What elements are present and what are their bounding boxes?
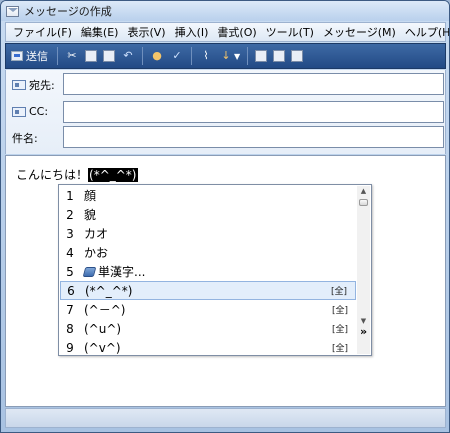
candidate-text: カオ [84,227,109,241]
candidate-number: 7 [66,302,74,317]
expand-candidates-button[interactable]: » [357,326,370,338]
candidate-text: 顔 [84,189,97,203]
candidate-item[interactable]: 5 単漢字... [60,262,356,281]
candidate-fullwidth-tag: [全] [330,287,347,297]
to-label: 宛先: [29,79,55,92]
copy-icon[interactable] [85,50,97,62]
body-text: こんにちは！ [16,168,89,182]
menu-view[interactable]: 表示(V) [124,24,171,40]
cc-row: CC: [6,100,447,124]
to-button[interactable]: 宛先: [12,77,55,93]
menu-help[interactable]: ヘルプ(H) [402,24,449,40]
spelling-icon[interactable]: ✓ [170,49,184,63]
ime-candidate-window: 1 顔 2 貌 3 カオ 4 かお 5 単漢字... 6 (*^_^*) [全] [58,184,372,356]
address-book-icon [12,80,26,90]
cc-button[interactable]: CC: [12,105,48,118]
candidate-fullwidth-tag: [全] [331,344,348,354]
to-field[interactable] [63,73,444,95]
title-bar: メッセージの作成 [1,1,449,21]
candidate-text: (*^_^*) [85,283,133,298]
candidate-item[interactable]: 8 (^u^) [全] [60,319,356,338]
priority-dropdown-icon[interactable]: ▼ [234,52,240,61]
undo-icon[interactable]: ↶ [121,49,135,63]
sign-icon[interactable] [255,50,268,62]
candidate-item[interactable]: 2 貌 [60,205,356,224]
encrypt-icon[interactable] [273,50,286,62]
subject-label: 件名: [12,132,38,145]
candidate-number: 5 [66,264,74,279]
scroll-up-icon[interactable]: ▲ [357,186,370,197]
status-bar [5,408,446,428]
candidate-text: 単漢字... [98,265,146,279]
candidate-item[interactable]: 1 顔 [60,186,356,205]
candidate-number: 2 [66,207,74,222]
candidate-text-wrap: 単漢字... [82,263,356,280]
cut-icon[interactable]: ✂ [65,49,79,63]
candidate-number: 8 [66,321,74,336]
menu-file[interactable]: ファイル(F) [10,24,78,40]
menu-insert[interactable]: 挿入(I) [172,24,215,40]
check-names-icon[interactable]: ● [150,49,164,63]
send-label: 送信 [26,50,48,63]
candidate-item[interactable]: 7 (^－^) [全] [60,300,356,319]
candidate-number: 9 [66,340,74,355]
subject-field[interactable] [63,126,444,148]
candidate-item-selected[interactable]: 6 (*^_^*) [全] [60,281,356,300]
candidate-text: 貌 [84,208,97,222]
work-offline-icon[interactable] [291,50,304,62]
dictionary-icon [82,266,97,277]
body-text-line: こんにちは！(*^_^*) [16,166,138,183]
send-button[interactable]: 送信 [9,46,53,66]
candidate-fullwidth-tag: [全] [331,306,348,316]
cc-label: CC: [29,105,49,118]
cc-field[interactable] [63,101,444,123]
to-row: 宛先: [6,72,447,96]
compose-window: メッセージの作成 ファイル(F) 編集(E) 表示(V) 挿入(I) 書式(O)… [0,0,450,433]
window-title: メッセージの作成 [24,5,112,18]
candidate-text: (^u^) [84,321,122,336]
menu-message[interactable]: メッセージ(M) [320,24,402,40]
candidate-item[interactable]: 4 かお [60,243,356,262]
menu-edit[interactable]: 編集(E) [78,24,125,40]
priority-icon[interactable]: ↓ [219,49,233,63]
header-fields: 宛先: CC: 件名: [5,70,446,154]
candidate-item[interactable]: 9 (^v^) [全] [60,338,356,357]
candidate-text: (^v^) [84,340,121,355]
send-icon [11,51,23,61]
candidate-number: 6 [67,283,75,298]
candidate-number: 1 [66,188,74,203]
mail-icon [6,5,19,17]
candidate-number: 3 [66,226,74,241]
attach-icon[interactable]: ⌇ [199,49,213,63]
candidate-text: かお [84,246,109,260]
toolbar: 送信 ✂ ↶ ● ✓ ⌇ ↓ ▼ [5,43,446,69]
paste-icon[interactable] [103,50,115,62]
address-book-icon [12,106,26,117]
subject-row: 件名: [6,125,447,149]
candidate-fullwidth-tag: [全] [331,325,348,335]
toolbar-separator [191,47,192,65]
menu-format[interactable]: 書式(O) [214,24,262,40]
ime-composition: (*^_^*) [88,168,138,182]
menu-bar: ファイル(F) 編集(E) 表示(V) 挿入(I) 書式(O) ツール(T) メ… [5,22,449,42]
candidate-text: (^－^) [84,303,126,317]
toolbar-separator [247,47,249,65]
menu-tools[interactable]: ツール(T) [263,24,320,40]
candidate-number: 4 [66,245,74,260]
toolbar-separator [142,47,143,65]
scroll-thumb[interactable] [359,199,368,206]
candidate-item[interactable]: 3 カオ [60,224,356,243]
toolbar-separator [57,47,58,65]
